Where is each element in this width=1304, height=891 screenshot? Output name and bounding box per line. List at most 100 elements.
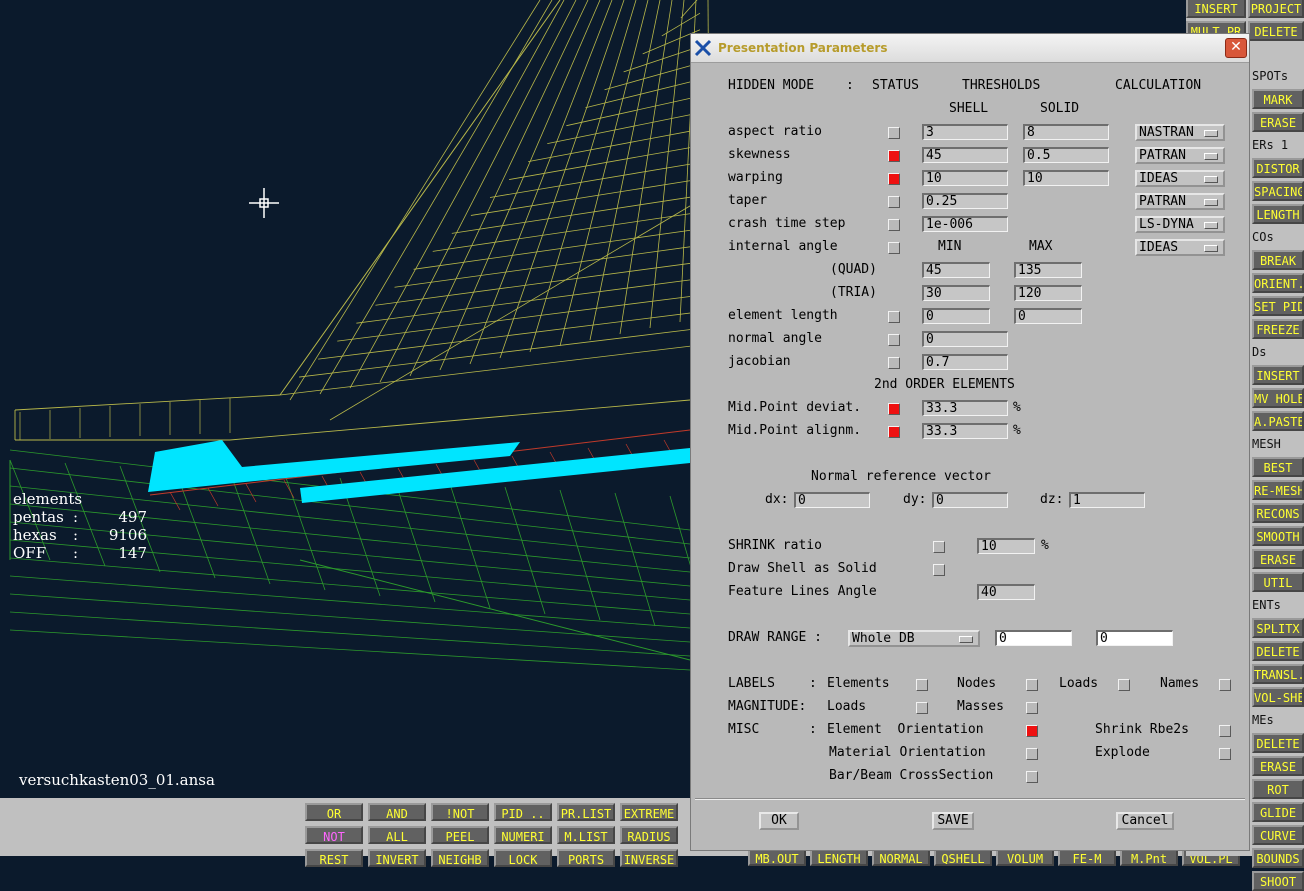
warping-shell-field[interactable]: 10 <box>922 170 1008 186</box>
right-tool-button[interactable]: INSERT <box>1252 365 1304 385</box>
element-length-min-field[interactable]: 0 <box>922 308 990 324</box>
taper-checkbox[interactable] <box>888 196 900 208</box>
aspect-ratio-checkbox[interactable] <box>888 127 900 139</box>
bottom-tool-button[interactable]: EXTREME <box>620 803 678 821</box>
element-length-checkbox[interactable] <box>888 311 900 323</box>
bottom-tool-button[interactable]: PID .. <box>494 803 552 821</box>
right-tool-button[interactable]: FREEZE <box>1252 319 1304 339</box>
labels-loads-checkbox[interactable] <box>1118 679 1130 691</box>
bottom-tool-button[interactable]: OR <box>305 803 363 821</box>
jacobian-field[interactable]: 0.7 <box>922 354 1008 370</box>
skewness-solid-field[interactable]: 0.5 <box>1023 147 1109 163</box>
shrink-ratio-checkbox[interactable] <box>933 541 945 553</box>
warping-calc-dropdown[interactable]: IDEAS <box>1135 170 1225 187</box>
crash-time-step-checkbox[interactable] <box>888 219 900 231</box>
aspect-ratio-solid-field[interactable]: 8 <box>1023 124 1109 140</box>
draw-range-from-field[interactable]: 0 <box>995 630 1072 646</box>
skewness-calc-dropdown[interactable]: PATRAN <box>1135 147 1225 164</box>
bottom-tool-button[interactable]: INVERSE <box>620 849 678 867</box>
aspect-ratio-calc-dropdown[interactable]: NASTRAN <box>1135 124 1225 141</box>
right-tool-button[interactable]: RECONS <box>1252 503 1304 523</box>
right-tool-button[interactable]: SET PID <box>1252 296 1304 316</box>
jacobian-checkbox[interactable] <box>888 357 900 369</box>
labels-names-checkbox[interactable] <box>1219 679 1231 691</box>
bottom-tool-button[interactable]: PR.LIST <box>557 803 615 821</box>
bottom-tool-button[interactable]: NUMERI <box>494 826 552 844</box>
bottom-tool-button[interactable]: PEEL <box>431 826 489 844</box>
warping-checkbox[interactable] <box>888 173 900 185</box>
bottom-tool-button[interactable]: LOCK <box>494 849 552 867</box>
tria-min-field[interactable]: 30 <box>922 285 990 301</box>
taper-shell-field[interactable]: 0.25 <box>922 193 1008 209</box>
feature-lines-field[interactable]: 40 <box>977 584 1035 600</box>
tria-max-field[interactable]: 120 <box>1014 285 1082 301</box>
quad-min-field[interactable]: 45 <box>922 262 990 278</box>
right-tool-button[interactable]: ERASE <box>1252 756 1304 776</box>
cancel-button[interactable]: Cancel <box>1116 812 1174 830</box>
right-tool-button[interactable]: INSERT <box>1186 0 1246 18</box>
crash-time-step-field[interactable]: 1e-006 <box>922 216 1008 232</box>
element-length-max-field[interactable]: 0 <box>1014 308 1082 324</box>
right-tool-button[interactable]: ORIENT. <box>1252 273 1304 293</box>
dz-field[interactable]: 1 <box>1069 492 1145 508</box>
magnitude-masses-checkbox[interactable] <box>1026 702 1038 714</box>
right-tool-button[interactable]: UTIL <box>1252 572 1304 592</box>
crash-time-step-calc-dropdown[interactable]: LS-DYNA <box>1135 216 1225 233</box>
right-tool-button[interactable]: SPACING <box>1252 181 1304 201</box>
right-tool-button[interactable]: BREAK <box>1252 250 1304 270</box>
right-tool-button[interactable]: TRANSL. <box>1252 664 1304 684</box>
magnitude-loads-checkbox[interactable] <box>916 702 928 714</box>
internal-angle-calc-dropdown[interactable]: IDEAS <box>1135 239 1225 256</box>
right-tool-button[interactable]: ERASE <box>1252 549 1304 569</box>
save-button[interactable]: SAVE <box>932 812 974 830</box>
right-tool-button[interactable]: SHOOT <box>1252 871 1304 891</box>
normal-angle-checkbox[interactable] <box>888 334 900 346</box>
right-tool-button[interactable]: DELETE <box>1252 641 1304 661</box>
right-tool-button[interactable]: PROJECT <box>1248 0 1304 18</box>
labels-elements-checkbox[interactable] <box>916 679 928 691</box>
mid-alignm-field[interactable]: 33.3 <box>922 423 1008 439</box>
quad-max-field[interactable]: 135 <box>1014 262 1082 278</box>
right-tool-button[interactable]: DELETE <box>1252 733 1304 753</box>
normal-angle-field[interactable]: 0 <box>922 331 1008 347</box>
bottom-tool-button[interactable]: REST <box>305 849 363 867</box>
draw-range-to-field[interactable]: 0 <box>1096 630 1173 646</box>
right-tool-button[interactable]: RE-MESH <box>1252 480 1304 500</box>
right-tool-button[interactable]: GLIDE <box>1252 802 1304 822</box>
labels-nodes-checkbox[interactable] <box>1026 679 1038 691</box>
bottom-tool-button[interactable]: !NOT <box>431 803 489 821</box>
dx-field[interactable]: 0 <box>794 492 870 508</box>
taper-calc-dropdown[interactable]: PATRAN <box>1135 193 1225 210</box>
dialog-titlebar[interactable]: Presentation Parameters ✕ <box>691 34 1249 63</box>
right-tool-button[interactable]: LENGTH <box>1252 204 1304 224</box>
explode-checkbox[interactable] <box>1219 748 1231 760</box>
right-tool-button[interactable]: VOL-SHEL <box>1252 687 1304 707</box>
bottom-tool-button[interactable]: AND <box>368 803 426 821</box>
skewness-checkbox[interactable] <box>888 150 900 162</box>
draw-shell-checkbox[interactable] <box>933 564 945 576</box>
element-orientation-checkbox[interactable] <box>1026 725 1038 737</box>
mid-alignm-checkbox[interactable] <box>888 426 900 438</box>
ok-button[interactable]: OK <box>759 812 799 830</box>
bottom-tool-button[interactable]: NOT <box>305 826 363 844</box>
right-tool-button[interactable]: BEST <box>1252 457 1304 477</box>
right-tool-button[interactable]: SMOOTH <box>1252 526 1304 546</box>
right-tool-button[interactable]: DELETE <box>1248 21 1304 41</box>
aspect-ratio-shell-field[interactable]: 3 <box>922 124 1008 140</box>
bottom-tool-button[interactable]: INVERT <box>368 849 426 867</box>
right-tool-button[interactable]: CURVE <box>1252 825 1304 845</box>
bottom-tool-button[interactable]: M.LIST <box>557 826 615 844</box>
right-tool-button[interactable]: MARK <box>1252 89 1304 109</box>
right-tool-button[interactable]: BOUNDS <box>1252 848 1304 868</box>
internal-angle-checkbox[interactable] <box>888 242 900 254</box>
dy-field[interactable]: 0 <box>932 492 1008 508</box>
close-icon[interactable]: ✕ <box>1225 38 1247 58</box>
right-tool-button[interactable]: ERASE <box>1252 112 1304 132</box>
right-tool-button[interactable]: DISTOR <box>1252 158 1304 178</box>
mid-deviat-checkbox[interactable] <box>888 403 900 415</box>
right-tool-button[interactable]: MV HOLE <box>1252 388 1304 408</box>
warping-solid-field[interactable]: 10 <box>1023 170 1109 186</box>
bar-beam-checkbox[interactable] <box>1026 771 1038 783</box>
bottom-tool-button[interactable]: NEIGHB <box>431 849 489 867</box>
right-tool-button[interactable]: SPLITX <box>1252 618 1304 638</box>
